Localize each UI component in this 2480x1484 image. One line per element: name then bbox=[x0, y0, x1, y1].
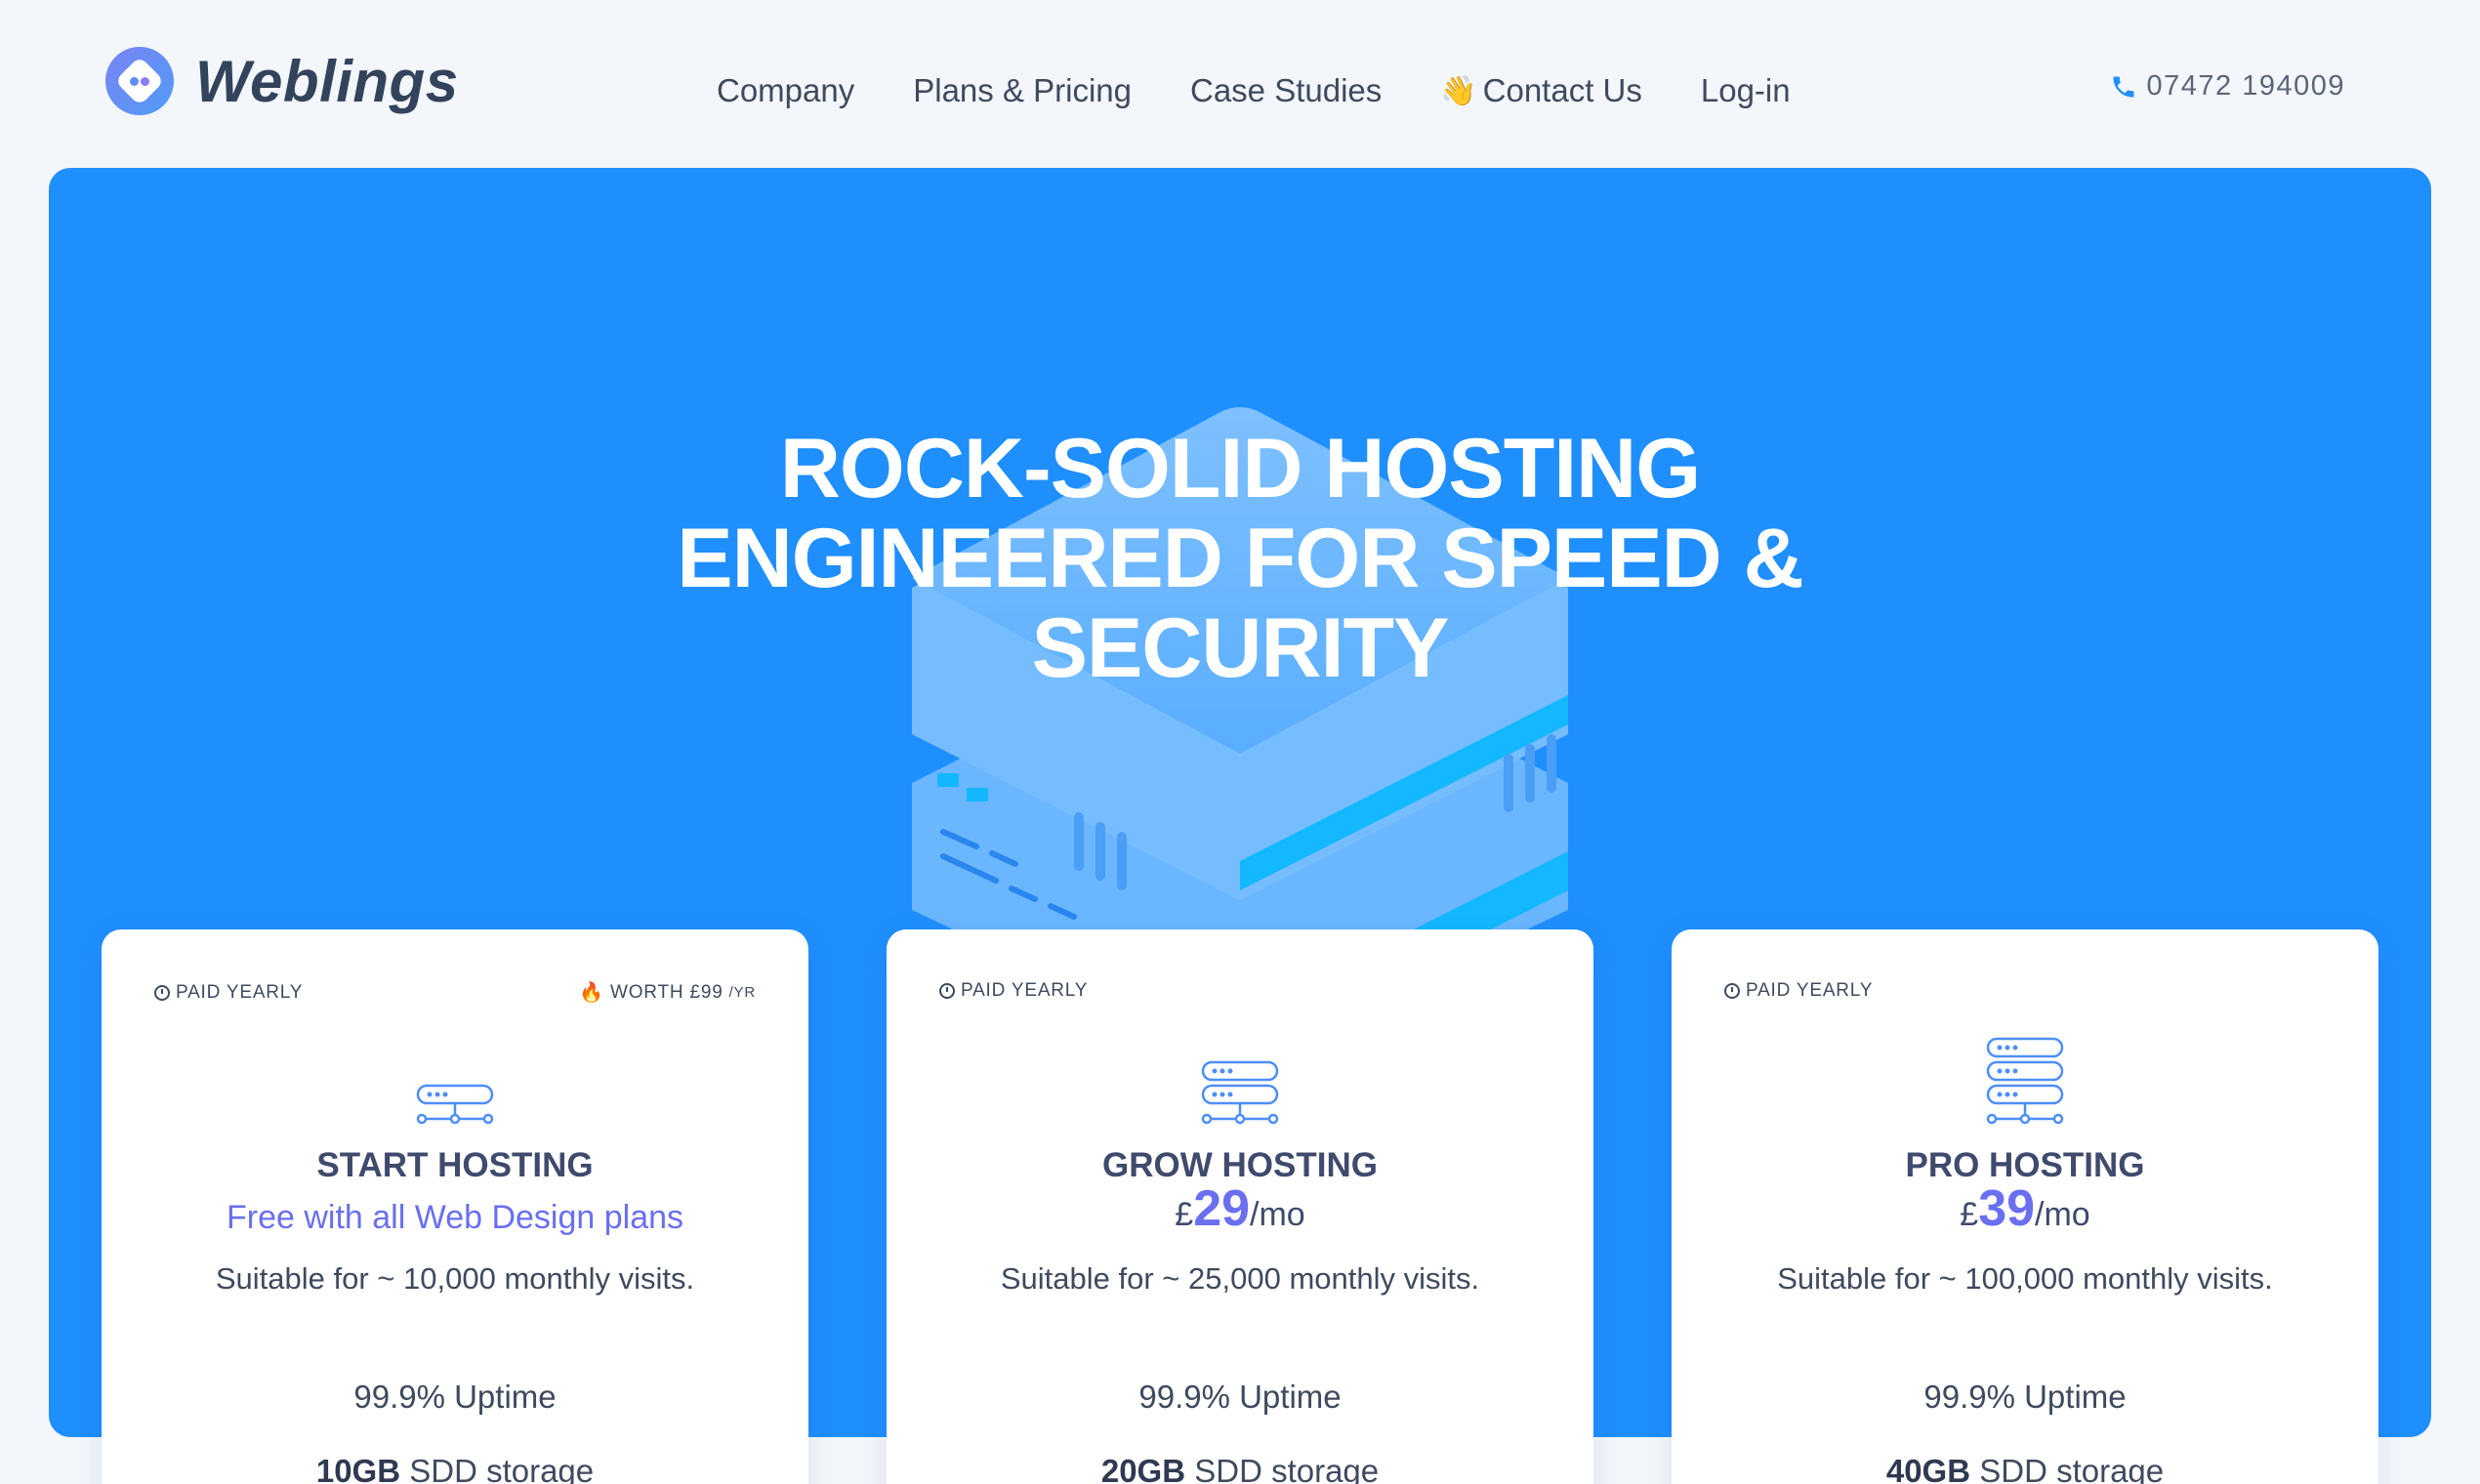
price-amount: 39 bbox=[1978, 1180, 2036, 1237]
plan-meta: PAID YEARLY 🔥 WORTH £99/YR bbox=[154, 980, 756, 1005]
nav-item-contact-us[interactable]: 👋 Contact Us bbox=[1440, 72, 1642, 109]
plan-visits: Suitable for ~ 25,000 monthly visits. bbox=[1000, 1261, 1480, 1296]
phone-link[interactable]: 07472 194009 bbox=[2110, 70, 2345, 103]
plan-card-start[interactable]: PAID YEARLY 🔥 WORTH £99/YR START HOSTING… bbox=[102, 929, 808, 1484]
price-currency: £ bbox=[1175, 1196, 1194, 1233]
clock-icon bbox=[1724, 983, 1740, 999]
billing-label: PAID YEARLY bbox=[1746, 980, 1874, 1001]
price-amount: 29 bbox=[1193, 1180, 1251, 1237]
plan-uptime: 99.9% Uptime bbox=[1138, 1379, 1342, 1415]
nav-item-label: Log-in bbox=[1700, 72, 1791, 108]
fire-icon: 🔥 bbox=[579, 982, 604, 1004]
plan-storage: 20GB SDD storage bbox=[887, 1453, 1593, 1484]
plan-visits: Suitable for ~ 10,000 monthly visits. bbox=[215, 1261, 695, 1296]
main-nav: Company Plans & Pricing Case Studies 👋 C… bbox=[717, 72, 1791, 109]
worth-label: WORTH £99 bbox=[609, 981, 723, 1003]
plan-visits: Suitable for ~ 100,000 monthly visits. bbox=[1777, 1261, 2273, 1296]
server-icon bbox=[1201, 1060, 1279, 1125]
nav-item-label: Contact Us bbox=[1482, 72, 1642, 108]
storage-amount: 10GB bbox=[315, 1453, 401, 1484]
plan-meta: PAID YEARLY bbox=[939, 980, 1541, 1002]
price-period: /mo bbox=[1250, 1196, 1305, 1233]
plan-price: £39/mo bbox=[1672, 1179, 2378, 1238]
hero-title-line: ENGINEERED FOR SPEED & bbox=[677, 512, 1804, 605]
price-currency: £ bbox=[1960, 1196, 1979, 1233]
storage-label: SDD storage bbox=[1970, 1453, 2165, 1484]
plan-free-note: Free with all Web Design plans bbox=[226, 1199, 684, 1236]
plan-price: £29/mo bbox=[887, 1179, 1593, 1238]
phone-icon bbox=[2113, 76, 2134, 97]
clock-icon bbox=[939, 983, 955, 999]
server-icon bbox=[416, 1084, 494, 1125]
plan-meta: PAID YEARLY bbox=[1724, 980, 2326, 1002]
plan-name: START HOSTING bbox=[316, 1146, 594, 1184]
plan-uptime: 99.9% Uptime bbox=[1923, 1379, 2127, 1415]
hero-title-line: ROCK-SOLID HOSTING bbox=[779, 422, 1701, 515]
hero-title-line: SECURITY bbox=[1031, 601, 1450, 695]
billing-label: PAID YEARLY bbox=[176, 981, 304, 1003]
nav-item-label: Case Studies bbox=[1190, 72, 1383, 108]
brand-logo[interactable]: Weblings bbox=[105, 47, 459, 115]
plan-card-pro[interactable]: PAID YEARLY PRO HOSTING £39/mo Suitable … bbox=[1672, 929, 2378, 1484]
hero-title: ROCK-SOLID HOSTING ENGINEERED FOR SPEED … bbox=[49, 424, 2431, 693]
nav-item-company[interactable]: Company bbox=[717, 72, 854, 109]
phone-number: 07472 194009 bbox=[2146, 70, 2345, 102]
nav-item-case-studies[interactable]: Case Studies bbox=[1190, 72, 1382, 109]
nav-item-plans-pricing[interactable]: Plans & Pricing bbox=[913, 72, 1132, 109]
plan-uptime: 99.9% Uptime bbox=[353, 1379, 557, 1415]
server-icon bbox=[1986, 1037, 2064, 1125]
price-period: /mo bbox=[2035, 1196, 2090, 1233]
brand-name: Weblings bbox=[195, 48, 459, 114]
worth-unit: /YR bbox=[728, 984, 756, 1001]
clock-icon bbox=[154, 984, 170, 1001]
billing-label: PAID YEARLY bbox=[961, 980, 1089, 1001]
storage-label: SDD storage bbox=[400, 1453, 595, 1484]
storage-amount: 40GB bbox=[1885, 1453, 1971, 1484]
nav-item-label: Company bbox=[717, 72, 855, 108]
storage-label: SDD storage bbox=[1185, 1453, 1380, 1484]
nav-item-label: Plans & Pricing bbox=[913, 72, 1132, 108]
plan-storage: 40GB SDD storage bbox=[1672, 1453, 2378, 1484]
plan-card-grow[interactable]: PAID YEARLY GROW HOSTING £29/mo Suitable… bbox=[887, 929, 1593, 1484]
nav-item-log-in[interactable]: Log-in bbox=[1701, 72, 1791, 109]
waving-hand-icon: 👋 bbox=[1440, 74, 1477, 107]
logo-mark-icon bbox=[105, 47, 174, 115]
storage-amount: 20GB bbox=[1100, 1453, 1186, 1484]
plan-storage: 10GB SDD storage bbox=[102, 1453, 808, 1484]
